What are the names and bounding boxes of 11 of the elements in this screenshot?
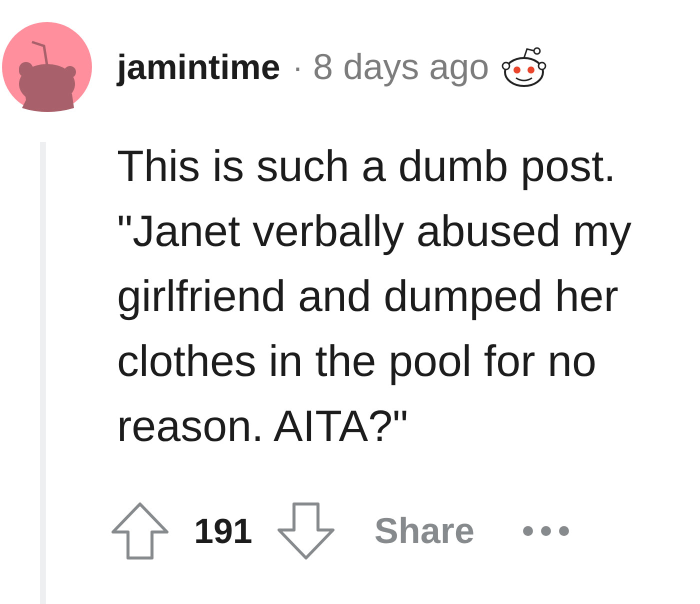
share-button[interactable]: Share	[374, 513, 474, 549]
upvote-icon[interactable]	[110, 501, 170, 561]
vote-score: 191	[194, 514, 252, 548]
username[interactable]: jamintime	[117, 50, 280, 84]
timestamp[interactable]: 8 days ago	[313, 49, 490, 85]
downvote-icon[interactable]	[276, 501, 336, 561]
more-options-icon[interactable]	[522, 525, 570, 537]
cartoon-head-icon	[501, 45, 548, 89]
separator: ·	[292, 51, 304, 83]
avatar-icon	[2, 22, 92, 112]
comment-text: This is such a dumb post. "Janet verbally abused my girlfriend and dumped her clothes in the pool for no reason. AITA?"	[117, 141, 633, 453]
